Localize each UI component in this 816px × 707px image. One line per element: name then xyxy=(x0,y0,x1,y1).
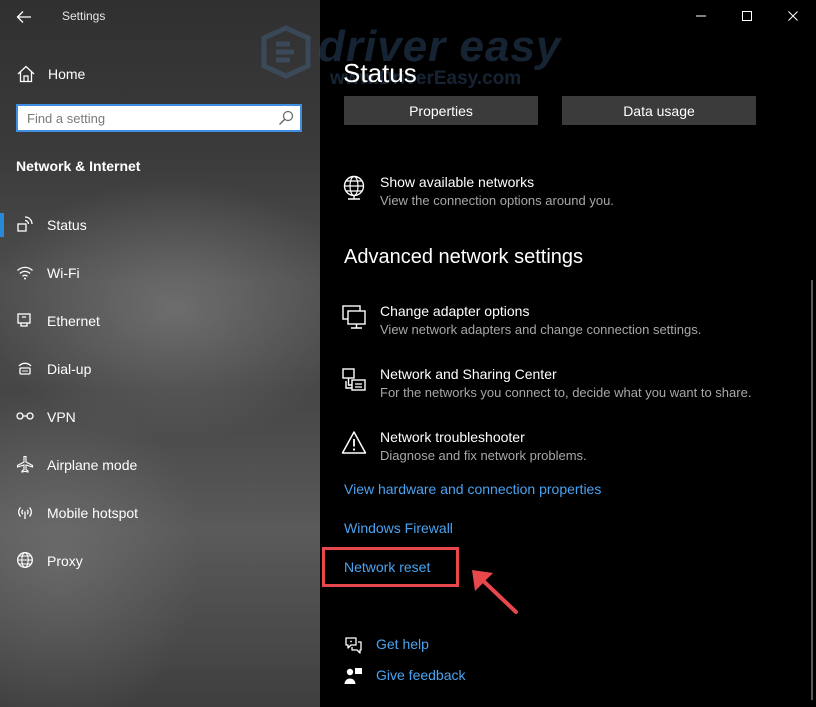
vpn-icon xyxy=(16,412,34,420)
nav-item-label: Wi-Fi xyxy=(47,265,80,281)
status-icon xyxy=(17,216,33,232)
wifi-icon xyxy=(17,266,33,280)
adapter-options-title: Change adapter options xyxy=(380,303,530,319)
nav-list: Status Wi-Fi Ethernet Dial-up VPN Airpla… xyxy=(0,209,320,593)
network-sharing-center[interactable]: Network and Sharing Center For the netwo… xyxy=(340,366,760,402)
nav-item-label: Status xyxy=(47,217,87,233)
nav-home-label: Home xyxy=(48,66,86,82)
advanced-settings-title: Advanced network settings xyxy=(344,246,584,268)
close-icon xyxy=(788,11,798,21)
close-button[interactable] xyxy=(770,0,816,32)
nav-item-status[interactable]: Status xyxy=(0,209,320,257)
hotspot-icon xyxy=(18,507,32,519)
back-arrow-icon xyxy=(16,11,31,23)
nav-item-airplane-mode[interactable]: Airplane mode xyxy=(0,449,320,497)
globe-icon xyxy=(17,552,33,568)
give-feedback-link[interactable]: Give feedback xyxy=(376,667,466,683)
network-troubleshooter[interactable]: Network troubleshooter Diagnose and fix … xyxy=(340,429,640,465)
globe-network-icon xyxy=(343,175,365,200)
give-feedback[interactable]: Give feedback xyxy=(343,666,483,688)
nav-item-label: Ethernet xyxy=(47,313,100,329)
sharing-center-icon xyxy=(342,368,366,391)
adapter-icon xyxy=(342,305,366,329)
nav-item-label: Dial-up xyxy=(47,361,92,377)
warning-icon xyxy=(341,431,367,454)
settings-window: Settings Home Network & Internet xyxy=(0,0,816,707)
view-hardware-link[interactable]: View hardware and connection properties xyxy=(344,481,601,497)
troubleshooter-desc: Diagnose and fix network problems. xyxy=(380,448,587,463)
nav-item-label: Airplane mode xyxy=(47,457,138,473)
search-icon[interactable] xyxy=(278,110,294,126)
nav-item-label: Proxy xyxy=(47,553,83,569)
sharing-center-title: Network and Sharing Center xyxy=(380,366,557,382)
nav-item-wifi[interactable]: Wi-Fi xyxy=(0,257,320,305)
properties-button[interactable]: Properties xyxy=(344,96,538,125)
show-available-networks[interactable]: Show available networks View the connect… xyxy=(340,174,640,210)
nav-item-proxy[interactable]: Proxy xyxy=(0,545,320,593)
minimize-icon xyxy=(696,15,706,17)
annotation-arrow-icon xyxy=(472,570,518,614)
window-controls xyxy=(678,0,816,32)
sharing-center-desc: For the networks you connect to, decide … xyxy=(380,385,752,400)
nav-item-mobile-hotspot[interactable]: Mobile hotspot xyxy=(0,497,320,545)
troubleshooter-title: Network troubleshooter xyxy=(380,429,525,445)
nav-item-dialup[interactable]: Dial-up xyxy=(0,353,320,401)
maximize-icon xyxy=(742,11,752,21)
get-help-link[interactable]: Get help xyxy=(376,636,429,652)
help-chat-icon xyxy=(345,637,362,654)
nav-item-label: Mobile hotspot xyxy=(47,505,139,521)
dialup-icon xyxy=(18,362,32,375)
highlight-box xyxy=(322,547,459,587)
data-usage-button[interactable]: Data usage xyxy=(562,96,756,125)
show-networks-desc: View the connection options around you. xyxy=(380,193,614,208)
minimize-button[interactable] xyxy=(678,0,724,32)
adapter-options-desc: View network adapters and change connect… xyxy=(380,322,702,337)
airplane-icon xyxy=(16,455,34,473)
feedback-icon xyxy=(344,668,362,684)
nav-item-vpn[interactable]: VPN xyxy=(0,401,320,449)
section-title: Network & Internet xyxy=(16,158,141,174)
search-box[interactable] xyxy=(16,104,302,132)
get-help[interactable]: Get help xyxy=(343,635,483,657)
nav-item-label: VPN xyxy=(47,409,76,425)
navigation-pane: Settings Home Network & Internet xyxy=(0,0,320,707)
page-title: Status xyxy=(343,58,417,88)
app-title: Settings xyxy=(62,9,106,23)
nav-home[interactable]: Home xyxy=(0,60,320,88)
scrollbar[interactable] xyxy=(811,280,813,700)
show-networks-title: Show available networks xyxy=(380,174,535,190)
change-adapter-options[interactable]: Change adapter options View network adap… xyxy=(340,303,720,339)
nav-item-ethernet[interactable]: Ethernet xyxy=(0,305,320,353)
windows-firewall-link[interactable]: Windows Firewall xyxy=(344,520,453,536)
back-button[interactable] xyxy=(8,4,40,30)
search-input[interactable] xyxy=(18,106,277,130)
ethernet-icon xyxy=(17,313,31,327)
home-icon xyxy=(17,65,35,83)
maximize-button[interactable] xyxy=(724,0,770,32)
